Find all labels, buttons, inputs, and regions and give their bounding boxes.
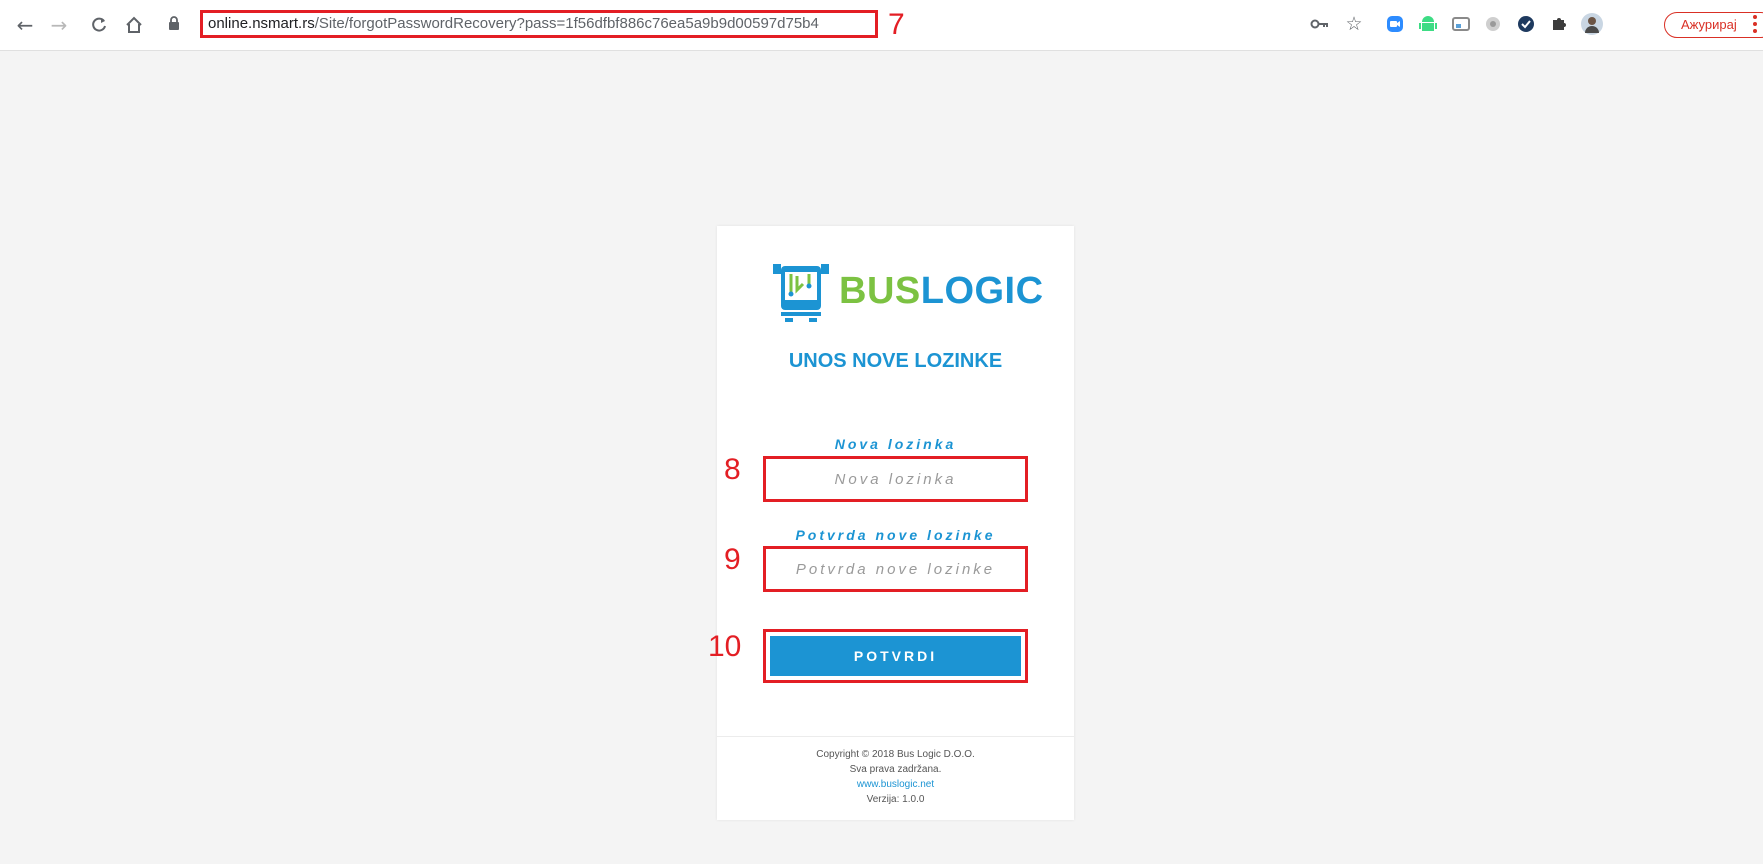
cast-icon[interactable] [1450, 13, 1472, 35]
new-password-label: Nova lozinka [834, 436, 957, 452]
annotation-10: 10 [708, 630, 742, 663]
new-password-input[interactable] [763, 456, 1028, 502]
profile-avatar[interactable] [1581, 13, 1603, 35]
lock-icon[interactable] [168, 15, 180, 31]
submit-button-frame: POTVRDI [763, 629, 1028, 683]
buslogic-logo: BUSLOGIC [769, 264, 1043, 328]
password-reset-card: BUSLOGIC UNOS NOVE LOZINKE Nova lozinka … [717, 226, 1074, 820]
confirm-password-input[interactable] [763, 546, 1028, 592]
android-icon[interactable] [1417, 13, 1439, 35]
annotation-7: 7 [888, 8, 905, 41]
key-icon[interactable] [1309, 13, 1331, 35]
reload-icon[interactable] [86, 12, 112, 38]
annotation-8: 8 [724, 453, 741, 486]
annotation-9: 9 [724, 543, 741, 576]
home-icon[interactable] [121, 12, 147, 38]
submit-button[interactable]: POTVRDI [770, 636, 1021, 676]
star-icon[interactable]: ☆ [1343, 13, 1365, 35]
browser-toolbar: ← → online.nsmart.rs/Site/forgotPassword… [0, 0, 1763, 51]
extension-circle-icon[interactable] [1482, 13, 1504, 35]
copyright-text: Copyright © 2018 Bus Logic D.O.O. [816, 749, 975, 760]
check-circle-icon[interactable] [1515, 13, 1537, 35]
bus-icon [773, 264, 829, 322]
confirm-password-label: Potvrda nove lozinke [795, 527, 996, 543]
zoom-icon[interactable] [1384, 13, 1406, 35]
menu-icon[interactable] [1752, 13, 1758, 35]
version-text: Verzija: 1.0.0 [866, 794, 925, 805]
page-title: UNOS NOVE LOZINKE [788, 350, 1003, 372]
puzzle-icon[interactable] [1548, 13, 1570, 35]
footer: Copyright © 2018 Bus Logic D.O.O. Sva pr… [717, 736, 1074, 821]
rights-text: Sva prava zadržana. [849, 764, 942, 775]
address-bar[interactable]: online.nsmart.rs/Site/forgotPasswordReco… [200, 10, 878, 38]
website-link[interactable]: www.buslogic.net [857, 779, 934, 790]
forward-icon[interactable]: → [46, 12, 72, 38]
logo-wordmark: BUSLOGIC [839, 270, 1044, 312]
back-icon[interactable]: ← [12, 12, 38, 38]
update-button[interactable]: Ажурирај [1664, 12, 1763, 38]
